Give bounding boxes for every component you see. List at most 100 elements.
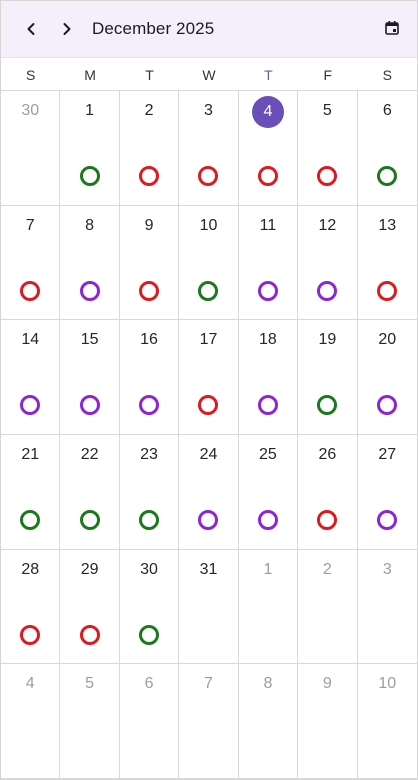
weekday-label: W [202, 67, 216, 83]
red-ring-marker [377, 280, 398, 301]
red-ring-marker [20, 280, 41, 301]
red-ring-marker [79, 624, 100, 645]
day-cell[interactable]: 4 [238, 91, 299, 206]
day-cell[interactable]: 13 [357, 206, 417, 321]
day-cell[interactable]: 3 [357, 550, 417, 665]
purple-ring-marker [20, 395, 41, 416]
day-number: 12 [318, 216, 337, 234]
green-ring-marker [317, 395, 338, 416]
day-cell[interactable]: 1 [238, 549, 299, 665]
day-cell[interactable]: 8 [238, 664, 299, 779]
day-cell[interactable]: 8 [60, 205, 120, 321]
day-number: 4 [25, 675, 35, 693]
today-date-label: 4 [251, 96, 284, 128]
day-cell[interactable]: 6 [119, 664, 180, 779]
day-cell[interactable]: 30 [119, 549, 180, 665]
day-number: 31 [199, 560, 218, 578]
day-number: 6 [144, 675, 154, 693]
day-cell[interactable]: 6 [357, 91, 417, 206]
day-number: 22 [80, 445, 99, 463]
day-number: 5 [322, 102, 332, 119]
day-cell[interactable]: 29 [60, 549, 120, 665]
day-number: 14 [21, 331, 40, 349]
day-number: 25 [259, 445, 277, 463]
day-cell[interactable]: 16 [119, 320, 180, 435]
day-number: 27 [378, 445, 397, 463]
day-cell[interactable]: 3 [179, 91, 239, 206]
red-ring-marker [198, 166, 219, 186]
green-ring-marker [79, 166, 100, 186]
next-month-button[interactable] [53, 15, 81, 43]
day-cell[interactable]: 31 [179, 549, 239, 665]
day-cell[interactable]: 18 [238, 320, 299, 435]
purple-ring-marker [139, 395, 160, 416]
day-number: 5 [85, 675, 95, 693]
day-cell[interactable]: 20 [357, 320, 417, 435]
day-number: 21 [21, 445, 40, 463]
day-number: 23 [140, 445, 158, 463]
day-cell[interactable]: 30 [1, 91, 61, 206]
weekday-label: S [26, 67, 36, 83]
day-number: 28 [21, 560, 40, 578]
day-cell[interactable]: 14 [1, 320, 61, 435]
day-cell[interactable]: 17 [179, 320, 239, 435]
date-picker-button[interactable] [381, 17, 403, 39]
purple-ring-marker [377, 395, 398, 416]
day-cell[interactable]: 10 [179, 205, 239, 321]
day-cell[interactable]: 5 [298, 91, 358, 206]
chevron-right-icon [63, 23, 71, 35]
weekday-label: F [323, 67, 333, 83]
day-cell[interactable]: 9 [298, 664, 358, 779]
day-cell[interactable]: 23 [119, 434, 180, 550]
day-number: 8 [263, 675, 273, 693]
day-number: 6 [382, 102, 392, 119]
green-ring-marker [377, 166, 398, 186]
day-cell[interactable]: 2 [119, 91, 180, 206]
day-number: 24 [199, 445, 218, 463]
day-cell[interactable]: 4 [1, 664, 61, 779]
day-cell[interactable]: 27 [357, 435, 417, 550]
day-cell[interactable]: 2 [298, 549, 358, 665]
day-cell[interactable]: 7 [1, 205, 61, 321]
day-cell[interactable]: 28 [1, 549, 61, 665]
day-number: 3 [382, 560, 392, 578]
day-cell[interactable]: 24 [179, 434, 239, 550]
day-number: 8 [85, 216, 95, 234]
red-ring-marker [198, 395, 219, 416]
month-title[interactable]: December 2025 [92, 19, 214, 39]
day-number: 2 [322, 560, 332, 578]
day-cell[interactable]: 26 [298, 434, 358, 550]
green-ring-marker [139, 624, 160, 645]
calendar-view: December 2025 SMTWTFS 30 1 2 3 4 5 6 7 8 9 10 11 12 1… [0, 0, 418, 780]
day-number: 20 [378, 331, 397, 349]
day-number: 19 [318, 331, 337, 349]
calendar-header: December 2025 [1, 1, 417, 57]
day-cell[interactable]: 15 [60, 320, 120, 435]
day-cell[interactable]: 9 [119, 205, 180, 321]
day-number: 17 [199, 331, 218, 349]
day-cell[interactable]: 10 [357, 664, 417, 779]
weekday-label: T [145, 67, 154, 83]
day-cell[interactable]: 19 [298, 320, 358, 435]
day-cell[interactable]: 12 [298, 205, 358, 321]
day-cell[interactable]: 25 [238, 434, 299, 550]
weekday-label: T [264, 67, 273, 83]
day-number: 10 [199, 216, 218, 234]
day-number: 1 [85, 102, 95, 119]
day-number: 11 [259, 216, 277, 234]
red-ring-marker [139, 166, 160, 186]
chevron-left-icon [27, 23, 35, 35]
purple-ring-marker [257, 509, 278, 530]
day-cell[interactable]: 22 [60, 434, 120, 550]
previous-month-button[interactable] [17, 15, 45, 43]
day-cell[interactable]: 5 [60, 664, 120, 779]
calendar-icon [385, 21, 399, 35]
day-number: 1 [263, 560, 273, 578]
day-number: 30 [140, 560, 158, 578]
day-cell[interactable]: 7 [179, 664, 239, 779]
day-cell[interactable]: 11 [238, 205, 299, 321]
day-cell[interactable]: 21 [1, 434, 61, 550]
weekday-label: S [382, 67, 392, 83]
purple-ring-marker [198, 509, 219, 530]
day-cell[interactable]: 1 [60, 91, 120, 206]
